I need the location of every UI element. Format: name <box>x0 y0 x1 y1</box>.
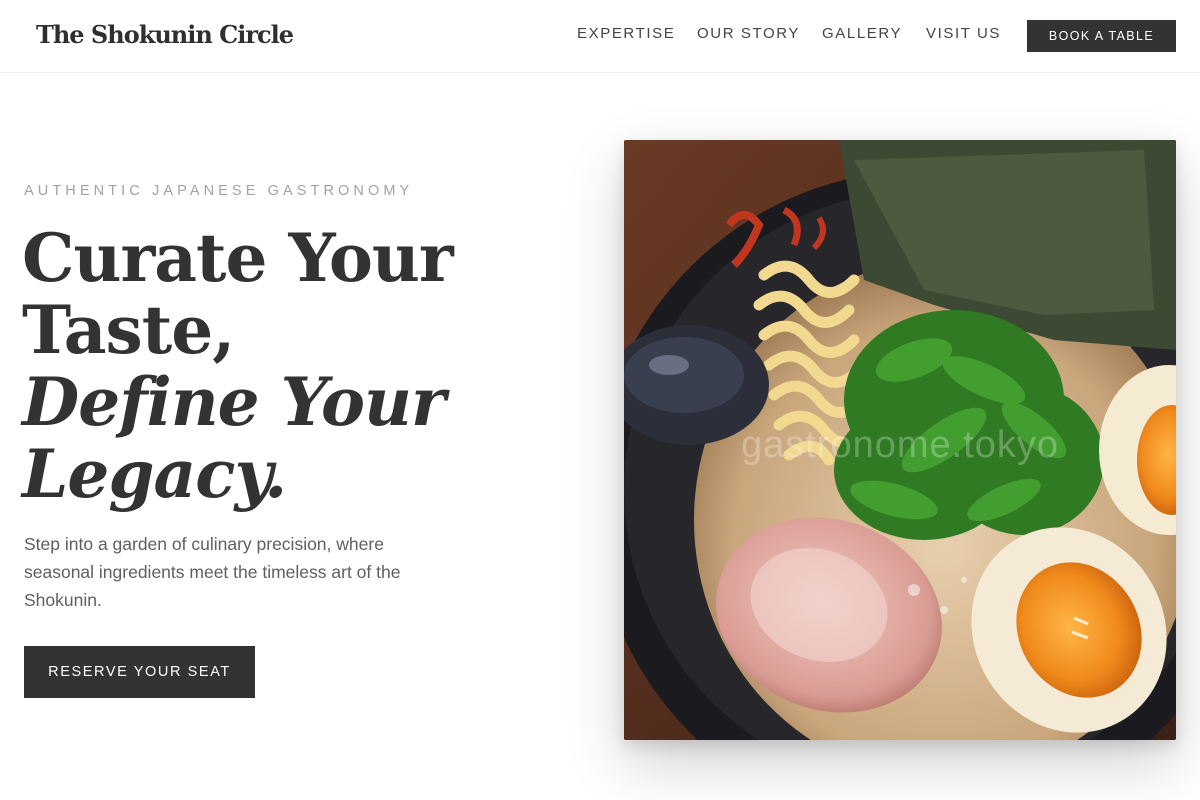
nav-link-our-story[interactable]: OUR STORY <box>697 25 800 42</box>
nav-link-gallery[interactable]: GALLERY <box>822 25 902 42</box>
brand-logo[interactable]: The Shokunin Circle <box>36 20 294 49</box>
ramen-illustration <box>624 140 1176 740</box>
headline-line-italic: Legacy. <box>22 435 287 513</box>
book-a-table-button[interactable]: BOOK A TABLE <box>1027 20 1176 52</box>
hero-headline: Curate Your Taste, Define Your Legacy. <box>22 222 542 510</box>
nav-link-expertise[interactable]: EXPERTISE <box>577 25 675 42</box>
site-header: The Shokunin Circle EXPERTISE OUR STORY … <box>0 0 1200 73</box>
hero-eyebrow: AUTHENTIC JAPANESE GASTRONOMY <box>24 183 414 199</box>
headline-line-italic: Define Your <box>22 363 446 441</box>
headline-line: Curate Your <box>22 219 454 297</box>
reserve-your-seat-button[interactable]: RESERVE YOUR SEAT <box>24 646 255 698</box>
ramen-bowl-image: gastronome.tokyo <box>624 140 1176 740</box>
hero-description: Step into a garden of culinary precision… <box>24 534 401 610</box>
headline-line: Taste, <box>22 291 235 369</box>
nav-link-visit-us[interactable]: VISIT US <box>926 25 1001 42</box>
